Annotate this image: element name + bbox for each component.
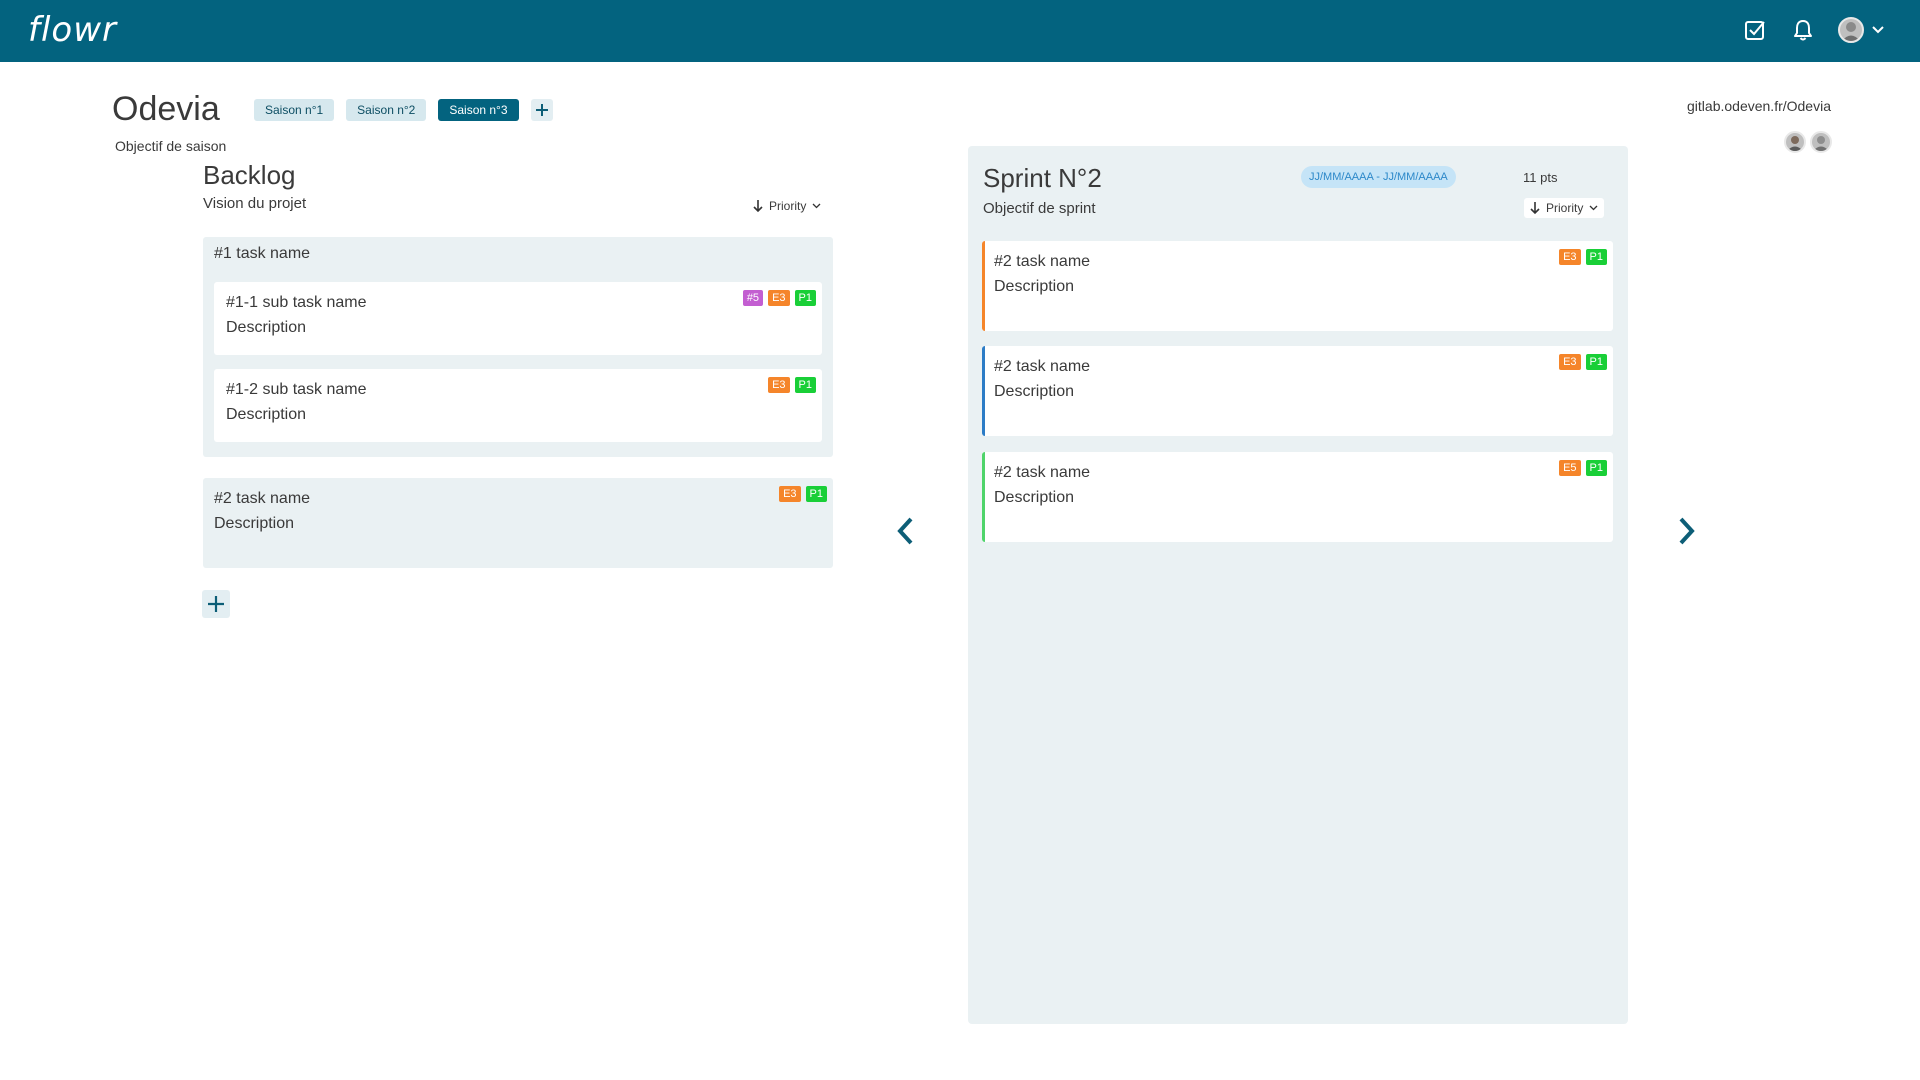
- task-description: Description: [994, 383, 1075, 400]
- effort-badge: E3: [1559, 354, 1581, 370]
- sprint-task-card[interactable]: #2 task name Description E5 P1: [982, 452, 1613, 542]
- backlog-title: Backlog: [203, 160, 296, 190]
- task-description: Description: [994, 278, 1075, 295]
- priority-badge: P1: [1585, 354, 1607, 370]
- backlog-column: Backlog Vision du projet Priority #1 tas…: [203, 160, 833, 568]
- subtask-card[interactable]: #1-1 sub task name Description #5 E3 P1: [214, 282, 822, 355]
- effort-badge: E3: [768, 377, 790, 393]
- chevron-down-icon: [812, 203, 821, 209]
- sprint-points: 11 pts: [1523, 170, 1558, 185]
- sprint-title: Sprint N°2: [983, 163, 1102, 193]
- previous-sprint-button[interactable]: [890, 511, 920, 551]
- sort-label: Priority: [769, 199, 807, 213]
- effort-badge: E3: [1559, 249, 1581, 265]
- badge-list: #5 E3 P1: [742, 290, 816, 306]
- arrow-down-icon: [753, 200, 763, 213]
- priority-badge: P1: [1585, 460, 1607, 476]
- badge-list: E3 P1: [1559, 249, 1607, 265]
- task-title: #2 task name: [994, 464, 1091, 481]
- sprint-dates-badge[interactable]: JJ/MM/AAAA - JJ/MM/AAAA: [1301, 166, 1456, 188]
- arrow-down-icon: [1530, 202, 1540, 215]
- effort-badge: E3: [779, 486, 801, 502]
- group-title: #1 task name: [214, 245, 311, 262]
- sort-label: Priority: [1546, 201, 1584, 215]
- subtask-title: #1-1 sub task name: [226, 294, 367, 311]
- chevron-right-icon: [1679, 517, 1695, 545]
- subtask-title: #1-2 sub task name: [226, 381, 367, 398]
- sprint-sort-button[interactable]: Priority: [1524, 198, 1605, 218]
- priority-badge: P1: [805, 486, 827, 502]
- effort-badge: E5: [1559, 460, 1581, 476]
- sprint-task-card[interactable]: #2 task name Description E3 P1: [982, 346, 1613, 436]
- task-title: #2 task name: [214, 490, 311, 507]
- sprint-subtitle: Objectif de sprint: [983, 200, 1096, 217]
- tag-badge: #5: [742, 290, 764, 306]
- season-tab-3[interactable]: Saison n°3: [438, 99, 519, 121]
- member-avatar[interactable]: [1810, 131, 1832, 153]
- app-logo[interactable]: flowr: [28, 10, 117, 50]
- task-title: #2 task name: [994, 253, 1091, 270]
- project-title: Odevia: [112, 90, 220, 128]
- project-members: [1784, 131, 1832, 153]
- subtask-description: Description: [226, 319, 307, 336]
- task-description: Description: [994, 489, 1075, 506]
- task-description: Description: [214, 515, 295, 532]
- effort-badge: E3: [768, 290, 790, 306]
- git-repository-link[interactable]: gitlab.odeven.fr/Odevia: [1687, 98, 1831, 114]
- next-sprint-button[interactable]: [1672, 511, 1702, 551]
- add-task-button[interactable]: [202, 590, 230, 618]
- subtask-description: Description: [226, 406, 307, 423]
- priority-badge: P1: [794, 377, 816, 393]
- chevron-down-icon: [1589, 205, 1598, 211]
- plus-icon: [535, 104, 548, 116]
- badge-list: E5 P1: [1559, 460, 1607, 476]
- sprint-column: Sprint N°2 Objectif de sprint JJ/MM/AAAA…: [968, 146, 1628, 1024]
- topbar-actions: [1742, 17, 1884, 43]
- season-tab-2[interactable]: Saison n°2: [346, 99, 427, 121]
- tasks-checkbox-icon[interactable]: [1742, 17, 1768, 43]
- top-navigation-bar: flowr: [0, 0, 1920, 62]
- badge-list: E3 P1: [779, 486, 827, 502]
- season-tabs: Saison n°1 Saison n°2 Saison n°3: [254, 99, 553, 121]
- avatar: [1838, 17, 1864, 43]
- priority-badge: P1: [1585, 249, 1607, 265]
- badge-list: E3 P1: [1559, 354, 1607, 370]
- sprint-task-card[interactable]: #2 task name Description E3 P1: [982, 241, 1613, 331]
- user-menu[interactable]: [1838, 17, 1884, 43]
- backlog-sort-button[interactable]: Priority: [747, 196, 828, 216]
- member-avatar[interactable]: [1784, 131, 1806, 153]
- badge-list: E3 P1: [768, 377, 816, 393]
- chevron-left-icon: [897, 517, 913, 545]
- add-season-button[interactable]: [530, 99, 553, 121]
- season-tab-1[interactable]: Saison n°1: [254, 99, 335, 121]
- task-title: #2 task name: [994, 358, 1091, 375]
- task-card[interactable]: #2 task name Description E3 P1: [203, 478, 833, 568]
- task-group[interactable]: #1 task name #1-1 sub task name Descript…: [203, 237, 833, 457]
- chevron-down-icon: [1872, 21, 1884, 39]
- subtask-card[interactable]: #1-2 sub task name Description E3 P1: [214, 369, 822, 442]
- backlog-subtitle: Vision du projet: [203, 195, 307, 212]
- bell-icon[interactable]: [1790, 17, 1816, 43]
- plus-icon: [208, 596, 224, 612]
- season-goal: Objectif de saison: [115, 138, 227, 154]
- priority-badge: P1: [794, 290, 816, 306]
